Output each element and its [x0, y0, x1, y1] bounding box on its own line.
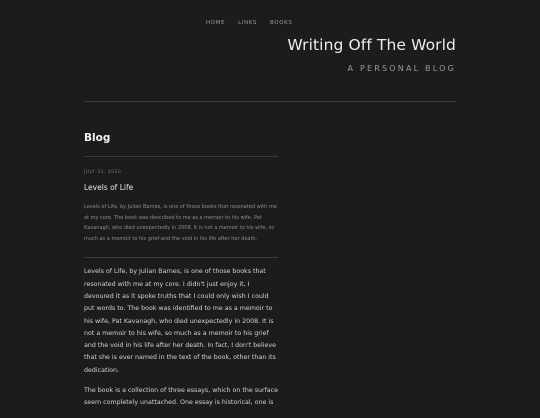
section-title: Blog	[84, 132, 111, 144]
post-excerpt: Levels of Life, by Julian Barnes, is one…	[84, 204, 277, 242]
post-title-link[interactable]: Levels of Life	[84, 183, 278, 192]
header-divider	[84, 101, 456, 102]
post-date: JULY 31, 2020	[84, 170, 122, 175]
nav-books-link[interactable]: BOOKS	[270, 20, 292, 26]
section-divider	[84, 156, 278, 157]
site-title[interactable]: Writing Off The World	[287, 36, 456, 54]
nav-home-link[interactable]: HOME	[206, 20, 225, 26]
post-paragraph: Levels of Life, by Julian Barnes, is one…	[84, 268, 277, 374]
site-tagline: A PERSONAL BLOG	[347, 64, 456, 73]
top-nav: HOME LINKS BOOKS	[206, 20, 292, 26]
post-paragraph: The book is a collection of three essays…	[84, 387, 279, 407]
post-body: Levels of Life, by Julian Barnes, is one…	[84, 266, 278, 409]
main-content: Blog JULY 31, 2020 Levels of Life Levels…	[84, 132, 278, 418]
nav-links-link[interactable]: LINKS	[238, 20, 257, 26]
post-divider	[84, 257, 278, 259]
